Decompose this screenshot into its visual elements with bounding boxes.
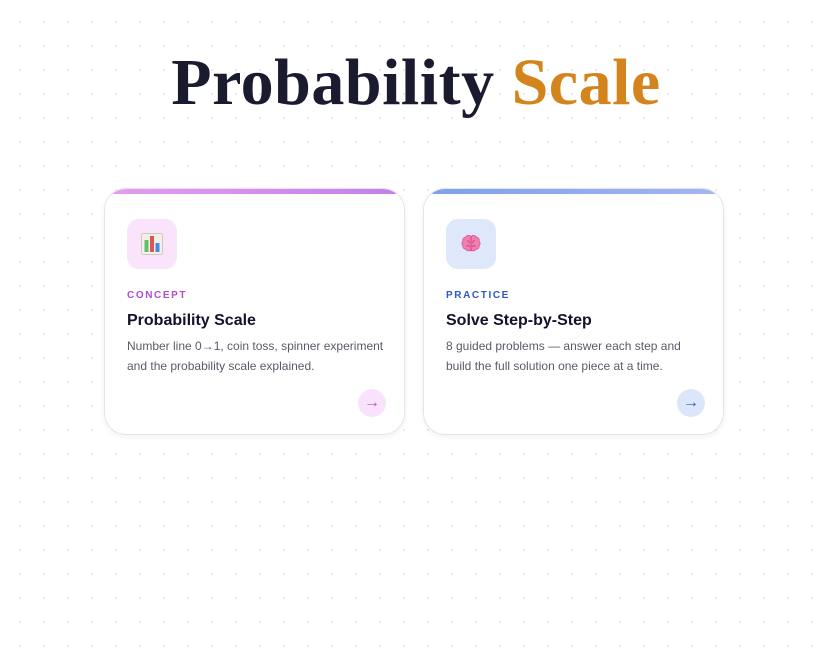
card-arrow-button[interactable]: → xyxy=(677,389,705,417)
card-description: Number line 0→1, coin toss, spinner expe… xyxy=(127,339,384,373)
card-title: Solve Step-by-Step xyxy=(446,312,592,329)
page-title-main: Probability xyxy=(171,46,495,119)
practice-card[interactable]: PRACTICE Solve Step-by-Step 8 guided pro… xyxy=(423,188,724,435)
card-tag: PRACTICE xyxy=(446,290,510,301)
card-tag: CONCEPT xyxy=(127,290,188,301)
page-title: Probability Scale xyxy=(0,50,832,116)
card-description: 8 guided problems — answer each step and… xyxy=(446,339,681,373)
card-icon-box xyxy=(446,219,496,269)
card-title: Probability Scale xyxy=(127,312,256,329)
card-arrow-button[interactable]: → xyxy=(358,389,386,417)
bar-chart-icon xyxy=(141,233,163,255)
card-icon-box xyxy=(127,219,177,269)
card-accent-bar xyxy=(424,189,723,194)
card-accent-bar xyxy=(105,189,404,194)
page-title-accent: Scale xyxy=(511,46,661,119)
brain-icon xyxy=(461,235,481,252)
concept-card[interactable]: CONCEPT Probability Scale Number line 0→… xyxy=(104,188,405,435)
